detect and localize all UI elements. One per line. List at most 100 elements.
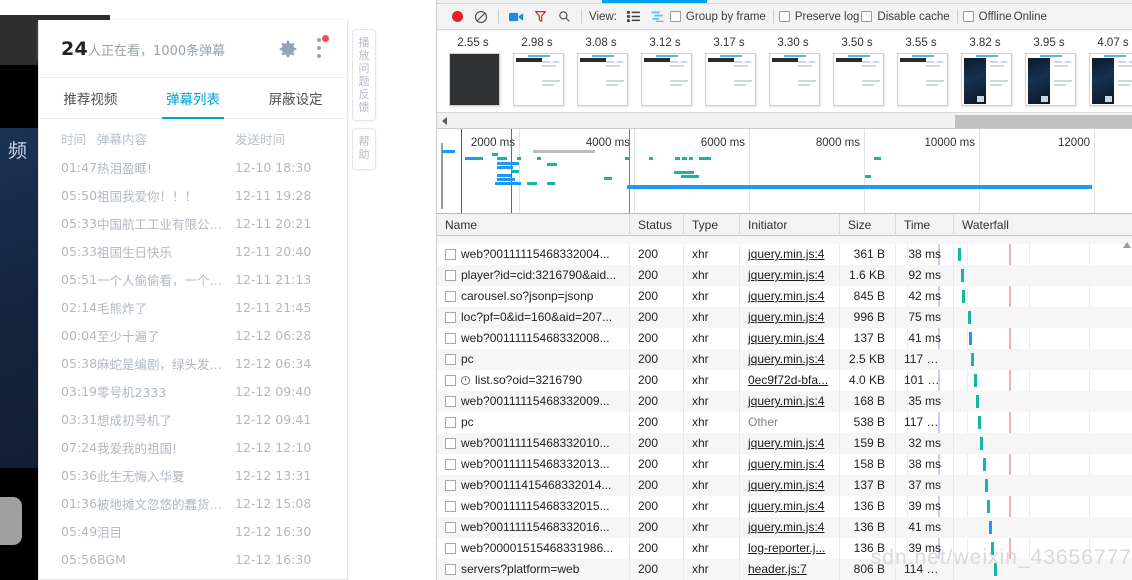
request-initiator[interactable]: header.js:7 [739,559,839,580]
row-checkbox[interactable] [445,333,456,344]
table-row[interactable]: web?00111115468332010... 200 xhr jquery.min… [437,433,1132,454]
video-floating-control[interactable] [0,497,22,545]
row-checkbox[interactable] [445,396,456,407]
request-initiator[interactable]: jquery.min.js:4 [739,496,839,517]
request-initiator[interactable]: jquery.min.js:4 [739,433,839,454]
row-checkbox[interactable] [445,417,456,428]
help-button[interactable]: 帮助 [352,128,376,170]
record-icon[interactable] [445,7,469,27]
request-initiator[interactable]: jquery.min.js:4 [739,244,839,265]
table-row[interactable]: web?00111115468332016... 200 xhr jquery.min… [437,517,1132,538]
waterfall-view-icon[interactable] [646,7,670,27]
request-name-cell[interactable]: web?00111115468332008... [437,328,629,349]
request-initiator[interactable]: jquery.min.js:4 [739,286,839,307]
row-checkbox[interactable] [445,459,456,470]
table-row[interactable]: web?00111115468332013... 200 xhr jquery.min… [437,454,1132,475]
danmaku-row[interactable]: 03:31 想成初号机了 12-12 09:41 [39,405,347,433]
danmaku-row[interactable]: 05:36 此生无悔入华夏 12-12 13:31 [39,461,347,489]
search-icon[interactable] [552,7,576,27]
request-initiator[interactable]: log-reporter.j... [739,538,839,559]
initiator-link[interactable]: jquery.min.js:4 [748,499,824,513]
danmaku-row[interactable]: 06:45?12-12 17:52 [39,573,347,580]
request-initiator[interactable]: jquery.min.js:4 [739,307,839,328]
gear-icon[interactable] [277,38,299,60]
danmaku-row[interactable]: 07:24 我爱我的祖国! 12-12 12:10 [39,433,347,461]
column-header-type[interactable]: Type [683,213,739,236]
tab-block-settings[interactable]: 屏蔽设定 [244,78,347,118]
request-initiator[interactable]: jquery.min.js:4 [739,454,839,475]
filmstrip-frame[interactable]: 3.08 s [569,31,633,113]
request-name-cell[interactable]: web?00111115468332013... [437,454,629,475]
danmaku-row[interactable]: 05:50 祖国我爱你！！！ 12-11 19:28 [39,181,347,209]
filmstrip-frame[interactable]: 3.82 s [953,31,1017,113]
clear-icon[interactable] [469,7,493,27]
initiator-link[interactable]: jquery.min.js:4 [748,394,824,408]
initiator-link[interactable]: jquery.min.js:4 [748,289,824,303]
row-checkbox[interactable] [445,480,456,491]
row-checkbox[interactable] [445,501,456,512]
request-name-cell[interactable]: carousel.so?jsonp=jsonp [437,286,629,307]
request-name-cell[interactable]: web?00111115468332009... [437,391,629,412]
danmaku-row[interactable]: 05:33 中国航工工业有限公司... 12-11 20:21 [39,209,347,237]
request-initiator[interactable]: jquery.min.js:4 [739,391,839,412]
danmaku-row[interactable]: 01:47 热泪盈眶! 12-10 18:30 [39,153,347,181]
request-name-cell[interactable]: pc [437,349,629,370]
table-row[interactable]: player?id=cid:3216790&aid... 200 xhr jquery… [437,265,1132,286]
disable-cache-checkbox[interactable]: Disable cache [861,11,950,23]
camera-icon[interactable] [504,7,528,27]
table-row[interactable]: servers?platform=web 200 xhr header.js:7 806… [437,559,1132,580]
filmstrip-frame[interactable]: 2.55 s [441,31,505,113]
initiator-link[interactable]: jquery.min.js:4 [748,310,824,324]
request-name-cell[interactable]: servers?platform=web [437,559,629,580]
column-header-size[interactable]: Size [839,213,895,236]
request-initiator[interactable]: 0ec9f72d-bfa... [739,370,839,391]
row-checkbox[interactable] [445,438,456,449]
initiator-link[interactable]: jquery.min.js:4 [748,520,824,534]
row-checkbox[interactable] [445,522,456,533]
initiator-link[interactable]: jquery.min.js:4 [748,352,824,366]
request-name-cell[interactable]: web?00111415468332014... [437,475,629,496]
request-name-cell[interactable]: pc [437,412,629,433]
filmstrip-frame[interactable]: 2.98 s [505,31,569,113]
group-by-frame-checkbox[interactable]: Group by frame [669,11,766,23]
request-initiator[interactable]: jquery.min.js:4 [739,265,839,286]
tab-danmaku-list[interactable]: 弹幕列表 [142,78,245,118]
row-checkbox[interactable] [445,249,456,260]
tab-recommended-videos[interactable]: 推荐视频 [39,78,142,118]
filmstrip-frame[interactable]: 3.55 s [889,31,953,113]
row-checkbox[interactable] [445,291,456,302]
initiator-link[interactable]: jquery.min.js:4 [748,247,824,261]
danmaku-row[interactable]: 05:38 麻蛇是编剧，绿头发是... 12-12 06:34 [39,349,347,377]
scroll-up-icon[interactable] [1123,242,1131,248]
request-initiator[interactable]: jquery.min.js:4 [739,475,839,496]
row-checkbox[interactable] [445,270,456,281]
table-row[interactable]: carousel.so?jsonp=jsonp 200 xhr jquery.min.… [437,286,1132,307]
request-name-cell[interactable]: list.so?oid=3216790 [437,370,629,391]
initiator-link[interactable]: log-reporter.j... [748,541,825,555]
request-name-cell[interactable]: loc?pf=0&id=160&aid=207... [437,307,629,328]
table-row[interactable]: loc?pf=0&id=160&aid=207... 200 xhr jquery.m… [437,307,1132,328]
column-header-waterfall[interactable]: Waterfall [953,213,1132,236]
kebab-menu-icon[interactable] [312,35,329,62]
filmstrip-frame[interactable]: 3.30 s [761,31,825,113]
column-header-name[interactable]: Name [437,214,629,236]
request-initiator[interactable]: jquery.min.js:4 [739,517,839,538]
danmaku-row[interactable]: 03:19 零号机2333 12-12 09:40 [39,377,347,405]
table-row[interactable]: web?00111415468332014... 200 xhr jquery.min… [437,475,1132,496]
danmaku-row[interactable]: 05:51 一个人偷偷看，一个人... 12-11 21:13 [39,265,347,293]
request-name-cell[interactable]: web?00001515468331986... [437,538,629,559]
table-row[interactable]: pc 200 xhr Other 538 B 117 ms [437,412,1132,433]
playback-feedback-button[interactable]: 播放问题反馈 [352,29,376,121]
column-header-status[interactable]: Status [629,213,683,236]
row-checkbox[interactable] [445,564,456,575]
table-row[interactable]: web?00111115468332004... 200 xhr jquery.min… [437,244,1132,265]
initiator-link[interactable]: jquery.min.js:4 [748,331,824,345]
filmstrip-frame[interactable]: 3.50 s [825,31,889,113]
network-request-list[interactable]: web?00111115468332004... 200 xhr jquery.min… [437,236,1132,580]
request-initiator[interactable]: jquery.min.js:4 [739,349,839,370]
preserve-log-checkbox[interactable]: Preserve log [778,11,859,23]
request-name-cell[interactable]: player?id=cid:3216790&aid... [437,265,629,286]
filmstrip-frame[interactable]: 3.17 s [697,31,761,113]
online-throttle-select[interactable]: Online [1014,11,1047,23]
scroll-left-icon[interactable] [442,117,447,125]
